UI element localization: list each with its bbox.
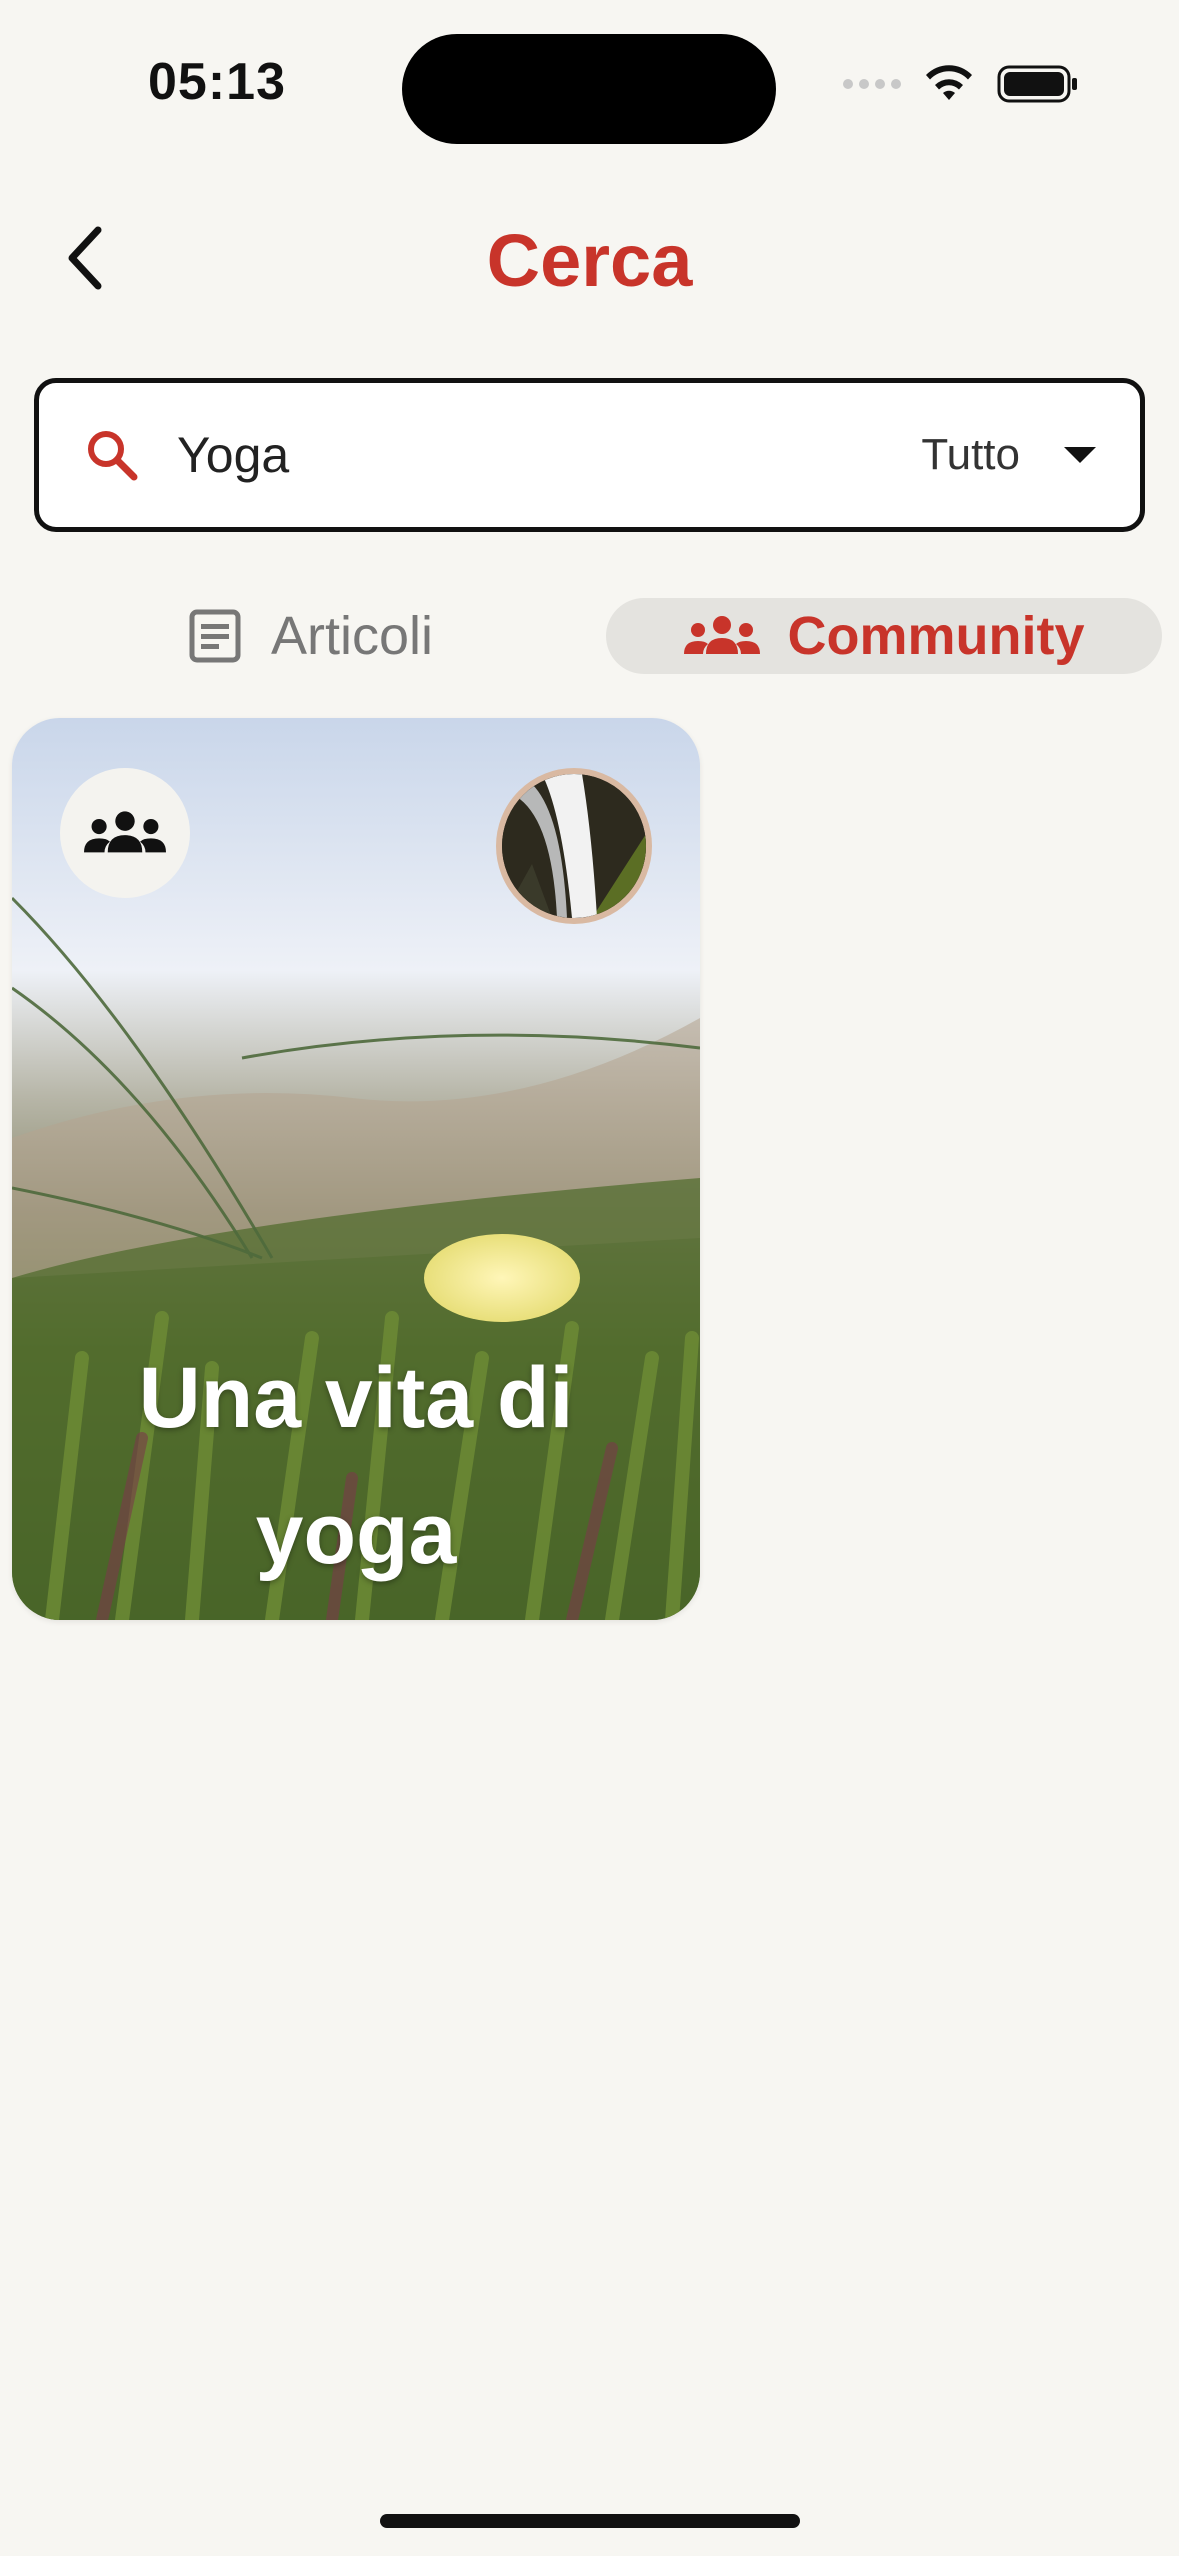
- tab-label: Articoli: [270, 606, 434, 666]
- search-filter-dropdown[interactable]: Tutto: [921, 430, 1096, 480]
- status-time: 05:13: [148, 53, 286, 111]
- page-title: Cerca: [486, 219, 693, 302]
- card-title: Una vita di yoga: [138, 1350, 574, 1582]
- search-icon: [77, 420, 147, 490]
- caret-down-icon: [1064, 447, 1096, 463]
- dynamic-island: [402, 34, 776, 144]
- community-icon: [84, 811, 166, 853]
- tab-community[interactable]: Community: [606, 598, 1162, 674]
- status-icons: [843, 64, 1079, 104]
- community-card[interactable]: Una vita di yoga: [12, 718, 700, 1620]
- wifi-icon: [926, 65, 972, 100]
- article-icon: [189, 609, 241, 663]
- tab-articoli[interactable]: Articoli: [150, 598, 470, 674]
- home-indicator[interactable]: [380, 2514, 800, 2528]
- community-avatar: [496, 768, 652, 924]
- filter-selected-value: Tutto: [921, 430, 1020, 479]
- community-icon: [683, 616, 760, 654]
- search-bar: Tutto: [34, 378, 1145, 532]
- waterfall-avatar-image: [502, 774, 646, 918]
- search-input[interactable]: [177, 426, 737, 484]
- community-badge: [60, 768, 190, 898]
- battery-icon: [997, 65, 1077, 103]
- cellular-signal-icon: [843, 79, 901, 89]
- tab-label: Community: [787, 606, 1085, 666]
